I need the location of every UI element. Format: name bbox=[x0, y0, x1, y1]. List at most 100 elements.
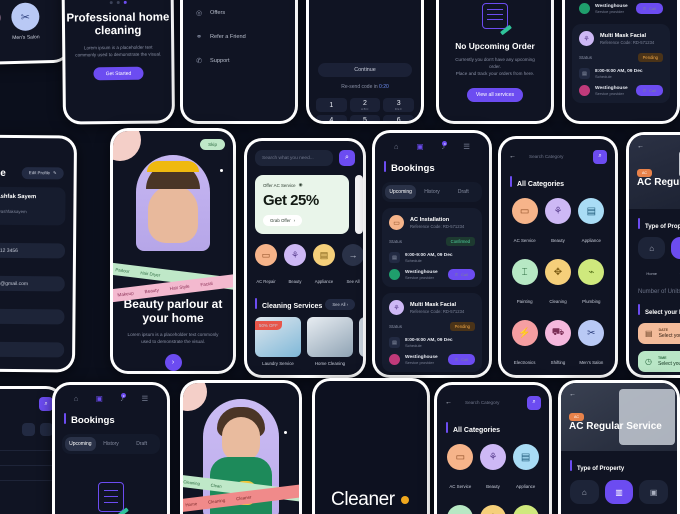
search-icon[interactable]: ⌕ bbox=[593, 149, 607, 164]
booking-tabs[interactable]: Upcoming History Draft bbox=[382, 182, 482, 202]
next-button[interactable]: › bbox=[164, 354, 182, 371]
home-icon[interactable]: ⌂ bbox=[394, 142, 399, 151]
key-2[interactable]: 2 ABC bbox=[349, 98, 381, 112]
time-picker[interactable]: ◷ TIME Select your Time bbox=[638, 351, 680, 372]
property-option[interactable] bbox=[22, 423, 35, 436]
get-started-button[interactable]: Get Started bbox=[93, 66, 144, 81]
tab-draft[interactable]: Draft bbox=[448, 185, 479, 199]
category-item-mens-salon[interactable]: ✂ Men's Salon bbox=[577, 320, 606, 369]
category-item-plumbing[interactable]: ⌁Plumbing bbox=[577, 259, 606, 308]
promo-card-next[interactable] bbox=[355, 175, 363, 234]
category-item-ac-service[interactable]: ▭ AC Service bbox=[510, 198, 539, 247]
arrow-left-icon[interactable]: ← bbox=[0, 137, 74, 157]
category-item-cleaning[interactable]: ✥Cleaning bbox=[543, 259, 572, 308]
quick-action-ac-repair[interactable]: ▭ AC Repair bbox=[255, 244, 277, 288]
date-picker[interactable]: ▤ DATE Select your Date bbox=[638, 323, 680, 344]
see-all-button[interactable]: See All › bbox=[325, 298, 355, 310]
numeric-keypad[interactable]: 1 2ABC 3DEF 4GHI 5JKL 6MNO 7PQRS 8TUV 9W… bbox=[309, 90, 421, 121]
menu-icon[interactable]: ☰ bbox=[142, 394, 149, 403]
email-field[interactable]: ashfaksayem@gmail.com bbox=[0, 275, 65, 292]
home-icon[interactable]: ⌂ bbox=[74, 394, 79, 403]
booking-tabs[interactable]: Upcoming History Draft bbox=[62, 434, 160, 454]
category-item-appliance[interactable]: ▤ Appliance bbox=[511, 444, 540, 493]
quick-action-appliance[interactable]: ▤ Appliance bbox=[313, 244, 335, 288]
category-item-painting[interactable]: ⌶Painting bbox=[510, 259, 539, 308]
service-card[interactable]: Home Cleaning bbox=[307, 317, 353, 366]
tab-draft[interactable]: Draft bbox=[126, 437, 157, 451]
promo-carousel[interactable]: Offer AC Service ◉ Get 25% Grab Offer › bbox=[255, 175, 363, 234]
booking-card[interactable]: ⚘ Multi Mask Facial Reference Code: RD-5… bbox=[572, 24, 670, 103]
booking-card[interactable]: ▭ AC Installation Reference Code: RD-571… bbox=[382, 208, 482, 287]
bell-icon[interactable]: ♪ 9 bbox=[442, 141, 448, 151]
category-item-cleaning[interactable]: ✥Cleaning bbox=[479, 505, 508, 514]
view-all-services-button[interactable]: View all services bbox=[467, 88, 523, 102]
decorative-dot bbox=[284, 431, 287, 434]
category-item-ac-service[interactable]: ▭ AC Service bbox=[446, 444, 475, 493]
key-6[interactable]: 6MNO bbox=[383, 115, 414, 121]
tab-upcoming[interactable]: Upcoming bbox=[385, 185, 417, 199]
property-options[interactable]: ⌂Home ▥Office ▣Villa bbox=[638, 237, 680, 280]
gender-field[interactable]: Male bbox=[0, 308, 65, 325]
call-button[interactable]: ✆ Call bbox=[635, 85, 663, 96]
category-item-beauty[interactable]: ⚘ Beauty bbox=[543, 198, 572, 247]
property-office[interactable]: ▥ Office bbox=[604, 480, 634, 514]
category-item-plumbing[interactable]: ⌁Plumbing bbox=[511, 505, 540, 514]
carousel-dots[interactable] bbox=[65, 0, 171, 5]
grab-offer-button[interactable]: Grab Offer › bbox=[263, 215, 303, 226]
edit-profile-button[interactable]: Edit Profile ✎ bbox=[21, 166, 64, 179]
arrow-left-icon[interactable]: ← bbox=[637, 143, 644, 150]
property-office[interactable]: ▥Office bbox=[671, 237, 680, 280]
property-home[interactable]: ⌂ Home bbox=[570, 480, 599, 514]
quick-action-see-all[interactable]: → See All bbox=[342, 244, 363, 288]
key-4[interactable]: 4GHI bbox=[316, 115, 347, 121]
call-button[interactable]: ✆ Call bbox=[447, 354, 475, 365]
key-3[interactable]: 3 DEF bbox=[383, 98, 414, 112]
arrow-left-icon[interactable]: ← bbox=[445, 399, 452, 406]
property-options[interactable]: ⌂ Home ▥ Office ▣ Villa bbox=[570, 480, 669, 514]
phone-field[interactable]: +1 04 012 3456 bbox=[0, 242, 66, 259]
menu-icon[interactable]: ☰ bbox=[463, 142, 470, 151]
dob-field[interactable]: Not Set bbox=[0, 341, 65, 358]
menu-item-offers[interactable]: ◎ Offers bbox=[183, 1, 295, 25]
skip-button[interactable]: Skip bbox=[200, 139, 225, 150]
category-item-shifting[interactable]: ⛟ Shifting bbox=[543, 320, 572, 369]
quick-action-beauty[interactable]: ⚘ Beauty bbox=[284, 244, 306, 288]
bookings-icon[interactable]: ▣ bbox=[416, 142, 423, 151]
menu-item-refer[interactable]: ⚭ Refer a Friend bbox=[183, 25, 295, 49]
service-card-partial[interactable] bbox=[359, 317, 363, 366]
category-item-electronics[interactable]: ⚡ Electronics bbox=[510, 320, 539, 369]
bell-icon[interactable]: ♪ 9 bbox=[120, 393, 127, 403]
promo-card[interactable]: Offer AC Service ◉ Get 25% Grab Offer › bbox=[255, 175, 349, 234]
property-home[interactable]: ⌂ Home bbox=[638, 237, 666, 280]
tab-upcoming[interactable]: Upcoming bbox=[65, 437, 96, 451]
search-icon[interactable]: ⌕ bbox=[339, 150, 355, 166]
search-icon[interactable]: ⌕ bbox=[39, 397, 53, 411]
top-nav[interactable]: ⌂ ▣ ♪ 9 ☰ bbox=[375, 133, 489, 151]
service-card[interactable]: 50% OFF Laundry Service bbox=[255, 317, 301, 366]
search-input[interactable]: Search what you need... bbox=[255, 150, 333, 166]
quick-action-label: Appliance bbox=[314, 279, 334, 284]
key-5[interactable]: 5JKL bbox=[349, 115, 381, 121]
menu-item-support[interactable]: ✆ Support bbox=[183, 49, 295, 73]
continue-button[interactable]: Continue bbox=[318, 63, 412, 77]
category-item-painting[interactable]: ⌶Painting bbox=[446, 505, 475, 514]
schedule-time: 8:00-9:00 AM, 09 Dec bbox=[405, 337, 453, 343]
category-item-appliance[interactable]: ▤ Appliance bbox=[577, 198, 606, 247]
tab-history[interactable]: History bbox=[416, 185, 447, 199]
call-button[interactable]: ✆ Call bbox=[635, 3, 663, 14]
search-input[interactable]: Search Category bbox=[522, 149, 587, 164]
tab-history[interactable]: History bbox=[96, 437, 127, 451]
search-input[interactable]: Search Category bbox=[458, 395, 521, 410]
category-item-beauty[interactable]: ⚘ Beauty bbox=[479, 444, 508, 493]
category-item[interactable]: ⌁ Plumbing bbox=[0, 3, 2, 42]
arrow-left-icon[interactable]: ← bbox=[569, 391, 576, 398]
call-button[interactable]: ✆ Call bbox=[447, 269, 475, 280]
search-icon[interactable]: ⌕ bbox=[527, 395, 541, 410]
bookings-icon[interactable]: ▣ bbox=[96, 394, 103, 403]
category-item[interactable]: ✂ Men's Salon bbox=[10, 2, 41, 41]
property-villa[interactable]: ▣ Villa bbox=[639, 480, 669, 514]
top-nav[interactable]: ⌂ ▣ ♪ 9 ☰ bbox=[55, 385, 167, 403]
arrow-left-icon[interactable]: ← bbox=[509, 153, 516, 160]
key-1[interactable]: 1 bbox=[316, 98, 347, 112]
booking-card[interactable]: ⚘ Multi Mask Facial Reference Code: RD-5… bbox=[382, 293, 482, 372]
